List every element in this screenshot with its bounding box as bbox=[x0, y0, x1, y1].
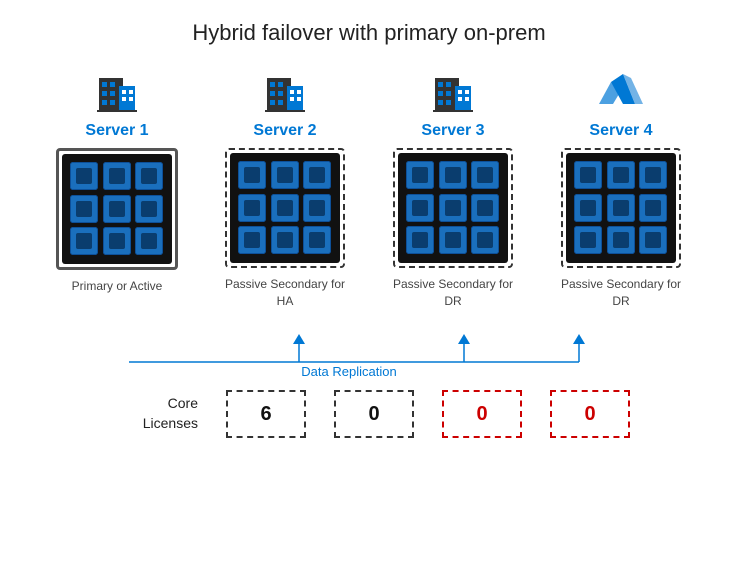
server3-box-border bbox=[393, 148, 513, 268]
license-box-2: 0 bbox=[334, 390, 414, 438]
license-value-4: 0 bbox=[584, 403, 595, 426]
chip bbox=[471, 226, 499, 254]
server4-label: Server 4 bbox=[589, 122, 652, 140]
server2-description: Passive Secondary for HA bbox=[215, 276, 355, 324]
license-value-1: 6 bbox=[260, 403, 271, 426]
chip bbox=[607, 194, 635, 222]
chip bbox=[303, 161, 331, 189]
chip bbox=[271, 194, 299, 222]
license-box-4: 0 bbox=[550, 390, 630, 438]
replication-arrows-svg: Data Replication bbox=[59, 330, 679, 380]
chip bbox=[271, 226, 299, 254]
building-icon-2 bbox=[259, 64, 311, 116]
building-icon-1 bbox=[91, 64, 143, 116]
chip bbox=[471, 161, 499, 189]
chip bbox=[607, 161, 635, 189]
chip bbox=[303, 194, 331, 222]
server-col-2: Server 2 Passive Secondary for HA bbox=[215, 64, 355, 324]
chip bbox=[439, 161, 467, 189]
server3-description: Passive Secondary for DR bbox=[383, 276, 523, 324]
azure-cloud-icon bbox=[595, 64, 647, 116]
license-value-3: 0 bbox=[476, 403, 487, 426]
server-col-3: Server 3 Passive Secondary for DR bbox=[383, 64, 523, 324]
replication-section: Data Replication bbox=[59, 330, 679, 380]
building-icon-3 bbox=[427, 64, 479, 116]
server2-box bbox=[230, 153, 340, 263]
chip bbox=[135, 162, 163, 190]
server4-box bbox=[566, 153, 676, 263]
chip bbox=[135, 227, 163, 255]
chip bbox=[70, 227, 98, 255]
chip bbox=[406, 161, 434, 189]
chip bbox=[70, 162, 98, 190]
chip bbox=[439, 194, 467, 222]
license-box-3: 0 bbox=[442, 390, 522, 438]
chip bbox=[238, 194, 266, 222]
chip bbox=[439, 226, 467, 254]
server4-description: Passive Secondary for DR bbox=[551, 276, 691, 324]
chip bbox=[607, 226, 635, 254]
chip bbox=[639, 194, 667, 222]
chip bbox=[639, 161, 667, 189]
chip bbox=[70, 195, 98, 223]
server-col-1: Server 1 Primary or Active bbox=[47, 64, 187, 326]
chip bbox=[471, 194, 499, 222]
licenses-row: CoreLicenses 6 0 0 0 bbox=[10, 390, 728, 438]
chip bbox=[271, 161, 299, 189]
page-title: Hybrid failover with primary on-prem bbox=[192, 20, 545, 46]
chip bbox=[574, 226, 602, 254]
chip bbox=[639, 226, 667, 254]
server1-description: Primary or Active bbox=[72, 278, 163, 326]
server1-box bbox=[62, 154, 172, 264]
chip bbox=[238, 161, 266, 189]
chip bbox=[303, 226, 331, 254]
licenses-label-container: CoreLicenses bbox=[108, 394, 198, 433]
chip bbox=[406, 194, 434, 222]
chip bbox=[574, 161, 602, 189]
licenses-label: CoreLicenses bbox=[143, 395, 198, 431]
server1-label: Server 1 bbox=[85, 122, 148, 140]
server3-box bbox=[398, 153, 508, 263]
servers-row: Server 1 Primary or Active bbox=[47, 64, 691, 326]
server3-label: Server 3 bbox=[421, 122, 484, 140]
license-value-2: 0 bbox=[368, 403, 379, 426]
chip bbox=[135, 195, 163, 223]
server2-box-border bbox=[225, 148, 345, 268]
server2-label: Server 2 bbox=[253, 122, 316, 140]
chip bbox=[238, 226, 266, 254]
svg-text:Data Replication: Data Replication bbox=[301, 364, 396, 379]
server4-box-border bbox=[561, 148, 681, 268]
chip bbox=[103, 227, 131, 255]
chip bbox=[103, 162, 131, 190]
license-box-1: 6 bbox=[226, 390, 306, 438]
chip bbox=[103, 195, 131, 223]
server1-box-border bbox=[56, 148, 178, 270]
chip bbox=[406, 226, 434, 254]
server-col-4: Server 4 Passive Secondary for DR bbox=[551, 64, 691, 324]
chip bbox=[574, 194, 602, 222]
